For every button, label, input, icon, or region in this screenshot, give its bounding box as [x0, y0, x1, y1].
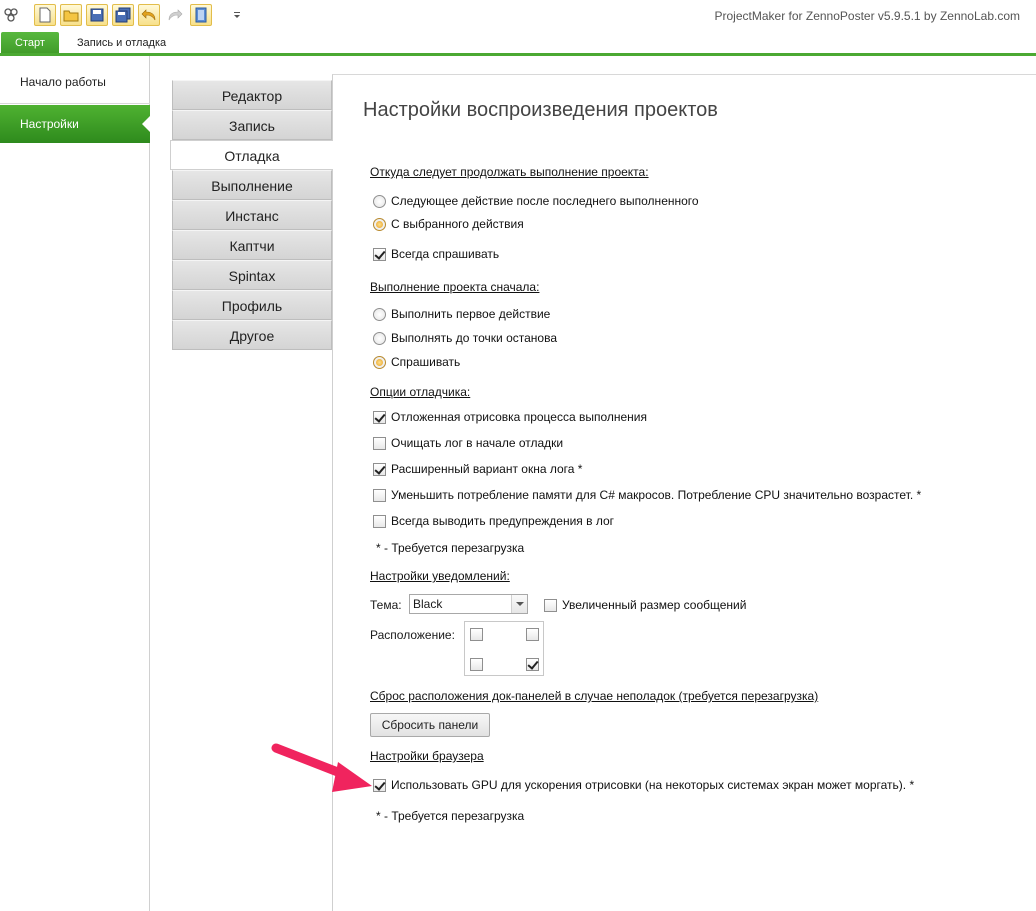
ribbon-divider — [0, 53, 1036, 56]
checkbox-label: Всегда выводить предупреждения в лог — [391, 514, 615, 528]
theme-label: Тема: — [370, 598, 402, 612]
ribbon-tabs: Старт Запись и отладка — [0, 32, 1036, 55]
position-grid — [464, 621, 544, 676]
checkbox-label: Уменьшить потребление памяти для C# макр… — [391, 488, 922, 502]
checkbox-indicator[interactable] — [373, 462, 386, 476]
checkbox-indicator[interactable] — [373, 514, 386, 528]
radio-label: Выполнять до точки останова — [391, 331, 557, 345]
position-bottom-left-checkbox[interactable] — [470, 658, 483, 671]
sidebar-item-settings[interactable]: Настройки — [0, 105, 150, 143]
checkbox-indicator[interactable] — [373, 436, 386, 450]
tab-instance[interactable]: Инстанс — [172, 200, 332, 230]
checkbox-label: Расширенный вариант окна лога * — [391, 462, 583, 476]
page-title: Настройки воспроизведения проектов — [363, 99, 718, 121]
save-all-icon[interactable] — [112, 4, 134, 26]
checkbox-extended-log[interactable]: Расширенный вариант окна лога * — [373, 461, 582, 477]
radio-indicator[interactable] — [373, 331, 386, 345]
tab-other[interactable]: Другое — [172, 320, 332, 350]
sidebar-divider — [0, 103, 150, 104]
restart-note: * - Требуется перезагрузка — [376, 541, 525, 555]
checkbox-clear-log[interactable]: Очищать лог в начале отладки — [373, 435, 563, 451]
radio-label: Выполнить первое действие — [391, 307, 551, 321]
radio-until-breakpoint[interactable]: Выполнять до точки останова — [373, 330, 557, 346]
tab-start[interactable]: Старт — [1, 32, 59, 55]
checkbox-use-gpu[interactable]: Использовать GPU для ускорения отрисовки… — [373, 777, 914, 793]
radio-indicator[interactable] — [373, 307, 386, 321]
section-reset-panels: Сброс расположения док-панелей в случае … — [370, 689, 819, 703]
checkbox-indicator[interactable] — [373, 410, 386, 424]
annotation-arrow-icon — [271, 743, 372, 792]
tab-execution[interactable]: Выполнение — [172, 170, 332, 200]
customize-dropdown-icon[interactable] — [226, 4, 248, 26]
checkbox-label: Увеличенный размер сообщений — [562, 598, 747, 612]
checkbox-always-warnings[interactable]: Всегда выводить предупреждения в лог — [373, 513, 614, 529]
chevron-down-icon[interactable] — [511, 595, 527, 613]
radio-label: С выбранного действия — [391, 217, 524, 231]
section-start-over: Выполнение проекта сначала: — [370, 280, 540, 294]
sidebar-item-getting-started[interactable]: Начало работы — [0, 63, 150, 101]
tab-spintax[interactable]: Spintax — [172, 260, 332, 290]
redo-icon[interactable] — [164, 4, 186, 26]
section-continue-from: Откуда следует продолжать выполнение про… — [370, 165, 649, 179]
checkbox-label: Использовать GPU для ускорения отрисовки… — [391, 778, 915, 792]
tab-recording[interactable]: Запись — [172, 110, 332, 140]
logo-icon[interactable] — [0, 4, 22, 26]
theme-select-value: Black — [413, 597, 443, 611]
tab-record-debug[interactable]: Запись и отладка — [63, 32, 180, 55]
title-bar: ProjectMaker for ZennoPoster v5.9.5.1 by… — [0, 0, 1036, 32]
tab-profile[interactable]: Профиль — [172, 290, 332, 320]
book-icon[interactable] — [190, 4, 212, 26]
checkbox-label: Очищать лог в начале отладки — [391, 436, 564, 450]
open-folder-icon[interactable] — [60, 4, 82, 26]
checkbox-label: Отложенная отрисовка процесса выполнения — [391, 410, 647, 424]
new-file-icon[interactable] — [34, 4, 56, 26]
radio-next-action[interactable]: Следующее действие после последнего выпо… — [373, 193, 699, 209]
radio-label: Следующее действие после последнего выпо… — [391, 194, 699, 208]
position-label: Расположение: — [370, 628, 455, 642]
position-top-left-checkbox[interactable] — [470, 628, 483, 641]
section-notifications: Настройки уведомлений: — [370, 569, 510, 583]
checkbox-indicator[interactable] — [373, 247, 386, 261]
radio-ask[interactable]: Спрашивать — [373, 354, 460, 370]
checkbox-deferred-render[interactable]: Отложенная отрисовка процесса выполнения — [373, 409, 647, 425]
theme-select[interactable]: Black — [409, 594, 528, 614]
position-top-right-checkbox[interactable] — [526, 628, 539, 641]
position-bottom-right-checkbox[interactable] — [526, 658, 539, 671]
save-icon[interactable] — [86, 4, 108, 26]
radio-selected-action[interactable]: С выбранного действия — [373, 216, 524, 232]
sidebar: Начало работы Настройки — [0, 56, 150, 911]
checkbox-indicator[interactable] — [373, 488, 386, 502]
tab-captcha[interactable]: Каптчи — [172, 230, 332, 260]
checkbox-label: Всегда спрашивать — [391, 247, 500, 261]
radio-indicator[interactable] — [373, 194, 386, 208]
section-debugger-options: Опции отладчика: — [370, 385, 471, 399]
tab-debugging[interactable]: Отладка — [170, 140, 333, 170]
radio-indicator[interactable] — [373, 355, 386, 369]
checkbox-bigger-messages[interactable]: Увеличенный размер сообщений — [544, 597, 746, 613]
checkbox-indicator[interactable] — [544, 598, 557, 612]
app-title: ProjectMaker for ZennoPoster v5.9.5.1 by… — [714, 9, 1021, 23]
radio-label: Спрашивать — [391, 355, 461, 369]
checkbox-always-ask[interactable]: Всегда спрашивать — [373, 246, 499, 262]
settings-panel: Настройки воспроизведения проектов Откуд… — [332, 74, 1036, 911]
reset-panels-button[interactable]: Сбросить панели — [370, 713, 490, 737]
tab-editor[interactable]: Редактор — [172, 80, 332, 110]
radio-first-action[interactable]: Выполнить первое действие — [373, 306, 550, 322]
restart-note: * - Требуется перезагрузка — [376, 809, 525, 823]
radio-indicator[interactable] — [373, 217, 386, 231]
checkbox-reduce-memory[interactable]: Уменьшить потребление памяти для C# макр… — [373, 487, 921, 503]
undo-icon[interactable] — [138, 4, 160, 26]
